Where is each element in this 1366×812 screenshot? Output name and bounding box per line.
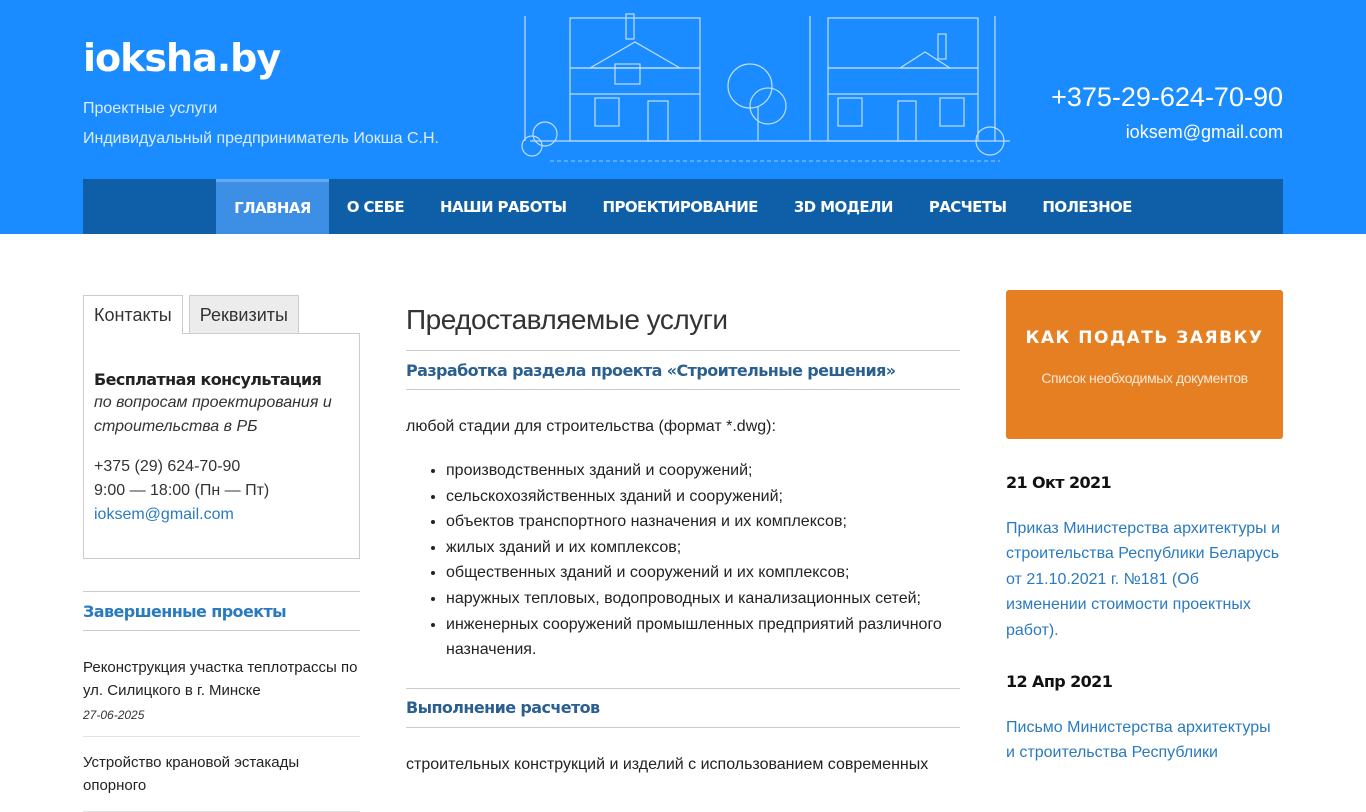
nav-item-design[interactable]: ПРОЕКТИРОВАНИЕ <box>584 179 775 234</box>
completed-projects-title[interactable]: Завершенные проекты <box>83 591 360 631</box>
site-title[interactable]: ioksha.by <box>83 36 281 80</box>
list-item: инженерных сооружений промышленных предп… <box>446 612 960 663</box>
completed-projects: Завершенные проекты Реконструкция участк… <box>83 591 360 812</box>
list-item: жилых зданий и их комплексов; <box>446 535 960 561</box>
project-title[interactable]: Устройство крановой эстакады опорного <box>83 751 360 797</box>
news-list: 21 Окт 2021 Приказ Министерства архитект… <box>1006 468 1283 790</box>
sidebar-tabs: Контакты Реквизиты <box>83 295 299 334</box>
list-item: сельскохозяйственных зданий и сооружений… <box>446 484 960 510</box>
section-title-building-solutions: Разработка раздела проекта «Строительные… <box>406 350 960 390</box>
news-link[interactable]: Письмо Министерства архитектуры и строит… <box>1006 715 1283 766</box>
list-item[interactable]: Реконструкция участка теплотрассы по ул.… <box>83 631 360 737</box>
contact-hours: 9:00 — 18:00 (Пн — Пт) <box>94 482 270 499</box>
page-title: Предоставляемые услуги <box>406 304 728 335</box>
section-title-calculations: Выполнение расчетов <box>406 687 960 728</box>
tab-requisites[interactable]: Реквизиты <box>188 295 299 334</box>
section-intro: любой стадии для строительства (формат *… <box>406 418 776 435</box>
nav-item-useful[interactable]: ПОЛЕЗНОЕ <box>1024 179 1149 234</box>
header-email[interactable]: ioksem@gmail.com <box>1126 122 1283 143</box>
contact-phone: +375 (29) 624-70-90 <box>94 458 241 475</box>
list-item: наружных тепловых, водопроводных и канал… <box>446 586 960 612</box>
main-nav: ГЛАВНАЯ О СЕБЕ НАШИ РАБОТЫ ПРОЕКТИРОВАНИ… <box>83 179 1283 234</box>
list-item: объектов транспортного назначения и их к… <box>446 509 960 535</box>
nav-item-works[interactable]: НАШИ РАБОТЫ <box>422 179 584 234</box>
nav-item-3d-models[interactable]: 3D МОДЕЛИ <box>776 179 911 234</box>
news-date: 12 Апр 2021 <box>1006 671 1113 691</box>
application-cta-button[interactable]: КАК ПОДАТЬ ЗАЯВКУ Список необходимых док… <box>1006 290 1283 439</box>
cta-title: КАК ПОДАТЬ ЗАЯВКУ <box>1025 328 1264 348</box>
cta-subtitle: Список необходимых документов <box>1041 370 1248 386</box>
site-tagline: Проектные услуги <box>83 100 218 117</box>
house-blueprint-image <box>521 13 1010 162</box>
contact-email-link[interactable]: ioksem@gmail.com <box>94 503 349 527</box>
main-content: Предоставляемые услуги Разработка раздел… <box>406 290 960 776</box>
services-list: производственных зданий и сооружений; се… <box>406 458 960 663</box>
nav-item-about[interactable]: О СЕБЕ <box>329 179 422 234</box>
nav-item-calculations[interactable]: РАСЧЕТЫ <box>911 179 1025 234</box>
header-phone[interactable]: +375-29-624-70-90 <box>1051 82 1283 113</box>
consultation-subtitle: по вопросам проектирования и строительст… <box>94 394 332 435</box>
tab-contacts[interactable]: Контакты <box>83 295 183 334</box>
contact-panel: Бесплатная консультация по вопросам прое… <box>83 333 360 559</box>
nav-item-home[interactable]: ГЛАВНАЯ <box>216 179 329 234</box>
news-date: 21 Окт 2021 <box>1006 472 1112 492</box>
section-intro: строительных конструкций и изделий с исп… <box>406 755 929 773</box>
news-link[interactable]: Приказ Министерства архитектуры и строит… <box>1006 516 1283 643</box>
project-title[interactable]: Реконструкция участка теплотрассы по ул.… <box>83 656 360 702</box>
list-item: производственных зданий и сооружений; <box>446 458 960 484</box>
list-item[interactable]: Устройство крановой эстакады опорного <box>83 737 360 812</box>
consultation-title: Бесплатная консультация <box>94 370 322 389</box>
site-owner: Индивидуальный предприниматель Иокша С.Н… <box>83 130 439 147</box>
project-date: 27-06-2025 <box>83 708 145 722</box>
list-item: общественных зданий и сооружений и их ко… <box>446 560 960 586</box>
